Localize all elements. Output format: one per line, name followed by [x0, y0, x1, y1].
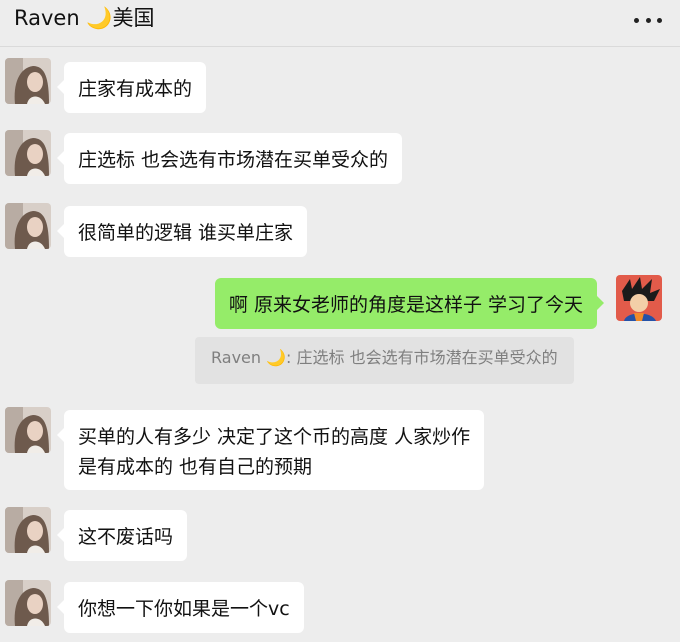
message-bubble[interactable]: 庄选标 也会选有市场潜在买单受众的 [56, 133, 403, 184]
contact-avatar[interactable] [5, 407, 51, 453]
message-text: 这不废话吗 [78, 526, 174, 548]
outgoing-message-bubble[interactable]: 啊 原来女老师的角度是这样子 学习了今天 [214, 278, 605, 329]
quote-text: Raven 🌙: 庄选标 也会选有市场潜在买单受众的 [211, 348, 558, 367]
message-bubble[interactable]: 这不废话吗 [56, 510, 188, 561]
message-text: 很简单的逻辑 谁买单庄家 [78, 222, 294, 244]
contact-avatar[interactable] [5, 58, 51, 104]
message-text: 你想一下你如果是一个vc [78, 598, 290, 620]
contact-avatar[interactable] [5, 203, 51, 249]
more-dots-icon[interactable] [634, 12, 662, 28]
message-bubble[interactable]: 很简单的逻辑 谁买单庄家 [56, 206, 308, 257]
chat-title: Raven 🌙美国 [14, 6, 155, 30]
contact-avatar[interactable] [5, 507, 51, 553]
message-text: 庄选标 也会选有市场潜在买单受众的 [78, 149, 389, 171]
contact-avatar[interactable] [5, 580, 51, 626]
contact-avatar[interactable] [5, 130, 51, 176]
message-bubble[interactable]: 你想一下你如果是一个vc [57, 582, 304, 633]
message-text-line: 买单的人有多少 决定了这个币的高度 人家炒作 [78, 426, 471, 448]
message-bubble[interactable]: 买单的人有多少 决定了这个币的高度 人家炒作 是有成本的 也有自己的预期 [56, 410, 485, 490]
chat-header: Raven 🌙美国 [0, 0, 680, 47]
message-text: 啊 原来女老师的角度是这样子 学习了今天 [228, 294, 583, 316]
my-avatar[interactable] [616, 275, 662, 321]
message-text: 庄家有成本的 [78, 78, 193, 100]
quoted-message[interactable]: Raven 🌙: 庄选标 也会选有市场潜在买单受众的 [195, 337, 574, 384]
message-text-line: 是有成本的 也有自己的预期 [78, 456, 313, 478]
message-bubble[interactable]: 庄家有成本的 [56, 62, 207, 113]
